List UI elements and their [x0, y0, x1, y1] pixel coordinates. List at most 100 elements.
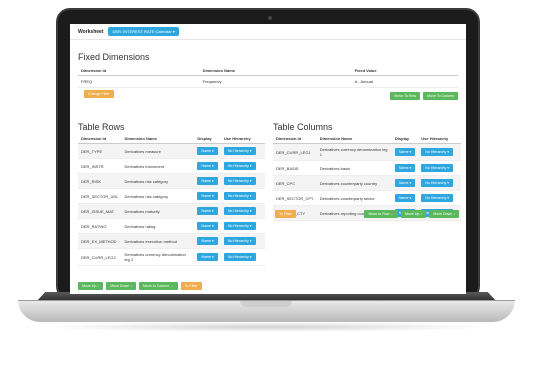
table-row[interactable]: DER_SECTOR_CPY Derivatives counterparty s… — [273, 190, 461, 206]
col-header: Dimension Name — [199, 66, 352, 76]
table-row[interactable]: DER_CPC Derivatives counterparty country N… — [273, 175, 461, 191]
move-down-button[interactable]: Move Down ↓ — [429, 210, 459, 218]
move-to-column-button[interactable]: Move To Column — [423, 92, 458, 100]
hierarchy-dropdown[interactable]: No Hierarchy ▾ — [223, 253, 256, 261]
table-row[interactable]: DER_BASIS Derivatives basis Name ▾ No Hiera… — [273, 160, 461, 176]
cell: DER_SECTOR_UDL — [78, 188, 122, 204]
hierarchy-dropdown[interactable]: No Hierarchy ▾ — [223, 207, 256, 215]
cell: No Hierarchy ▾ — [418, 190, 461, 206]
worksheet-bar: Worksheet DER: INTEREST RATE Calendar ▾ — [70, 24, 466, 40]
table-row[interactable]: DER_CURR_LEG2 Derivatives currency denomi… — [78, 248, 265, 266]
cell: No Hierarchy ▾ — [220, 233, 265, 249]
cell: Derivatives currency denomination leg 2 — [121, 248, 195, 266]
table-rows-table: Dimension Id Dimension Name Display Use … — [78, 134, 265, 266]
dimension-id-cell: DER_CURR_LEG2 — [81, 254, 116, 260]
col-header: Display — [391, 134, 419, 144]
display-dropdown[interactable]: Name ▾ — [197, 192, 218, 200]
to-filter-button[interactable]: To Filter — [275, 210, 296, 218]
cell: No Hierarchy ▾ — [220, 248, 265, 266]
cell: Derivatives maturity — [121, 203, 195, 219]
move-down-button[interactable]: Move Down ↓ — [106, 282, 136, 290]
screen: Worksheet DER: INTEREST RATE Calendar ▾ … — [70, 24, 466, 294]
move-to-row-button[interactable]: Move to Row ← — [364, 210, 399, 218]
table-row[interactable]: FREQ Frequency A - Annual — [78, 75, 458, 88]
cell: No Hierarchy ▾ — [220, 173, 265, 189]
cell: Name ▾ — [391, 143, 419, 161]
hierarchy-dropdown[interactable]: No Hierarchy ▾ — [421, 148, 454, 156]
columns-move-group: Move to Row ← Move Up ↑ Move Down ↓ — [364, 210, 459, 218]
hierarchy-dropdown[interactable]: No Hierarchy ▾ — [421, 194, 454, 202]
dimension-id-cell: DER_CURR_LEG1 — [276, 149, 311, 155]
table-row[interactable]: DER_EX_METHOD Derivatives execution metho… — [78, 233, 265, 249]
cell: No Hierarchy ▾ — [418, 175, 461, 191]
dimension-id-cell: DER_SECTOR_CPY — [276, 195, 314, 201]
display-dropdown[interactable]: Name ▾ — [197, 207, 218, 215]
table-row[interactable]: DER_TYPE Derivatives measure Name ▾ No Hier… — [78, 143, 265, 159]
display-dropdown[interactable]: Name ▾ — [394, 164, 416, 172]
cell: Name ▾ — [194, 218, 221, 234]
camera-icon — [268, 16, 272, 20]
cell: FREQ — [78, 75, 200, 88]
cell: Derivatives risk category — [121, 188, 195, 204]
cell: No Hierarchy ▾ — [220, 143, 265, 159]
cell: Name ▾ — [391, 160, 419, 176]
table-row[interactable]: DER_ISSUE_MAT Derivatives maturity Name ▾ N… — [78, 203, 265, 219]
move-to-row-button[interactable]: Move To Row — [390, 92, 421, 100]
cell: No Hierarchy ▾ — [418, 143, 461, 161]
display-dropdown[interactable]: Name ▾ — [394, 179, 416, 187]
dimension-name-cell: Derivatives measure — [124, 148, 161, 154]
display-dropdown[interactable]: Name ▾ — [197, 253, 218, 261]
cell: DER_ISSUE_MAT — [78, 203, 122, 219]
cell: Frequency — [199, 75, 352, 88]
table-row[interactable]: DER_RATING Derivatives rating Name ▾ No Hie… — [78, 218, 265, 234]
move-to-column-button[interactable]: Move to Column → — [138, 282, 178, 290]
cell: DER_BASIS — [273, 160, 317, 176]
display-dropdown[interactable]: Name ▾ — [197, 177, 218, 185]
move-up-button[interactable]: Move Up ↑ — [401, 210, 427, 218]
dimension-id-cell: DER_INSTR — [81, 163, 104, 169]
hierarchy-dropdown[interactable]: No Hierarchy ▾ — [223, 162, 256, 170]
hierarchy-dropdown[interactable]: No Hierarchy ▾ — [421, 179, 454, 187]
cell: Name ▾ — [194, 233, 221, 249]
worksheet-dropdown[interactable]: DER: INTEREST RATE Calendar ▾ — [108, 27, 179, 36]
hierarchy-dropdown[interactable]: No Hierarchy ▾ — [223, 222, 256, 230]
cell: DER_CURR_LEG1 — [273, 143, 317, 161]
cell: No Hierarchy ▾ — [220, 188, 265, 204]
cell: Derivatives measure — [121, 143, 195, 159]
hierarchy-dropdown[interactable]: No Hierarchy ▾ — [223, 177, 256, 185]
display-dropdown[interactable]: Name ▾ — [197, 162, 218, 170]
display-dropdown[interactable]: Name ▾ — [197, 222, 218, 230]
laptop-base — [18, 300, 515, 322]
display-dropdown[interactable]: Name ▾ — [197, 237, 218, 245]
display-dropdown[interactable]: Name ▾ — [394, 194, 416, 202]
dimension-name-cell: Derivatives risk category — [124, 178, 169, 184]
table-row[interactable]: DER_SECTOR_UDL Derivatives risk category N… — [78, 188, 265, 204]
cell: Derivatives basis — [316, 160, 392, 176]
cell: Derivatives execution method — [121, 233, 195, 249]
to-filter-button[interactable]: To Filter — [180, 282, 202, 290]
cell: Derivatives currency denomination leg 1 — [316, 143, 392, 161]
cell: DER_CURR_LEG2 — [78, 248, 122, 266]
cell: Name ▾ — [391, 190, 419, 206]
hierarchy-dropdown[interactable]: No Hierarchy ▾ — [223, 192, 256, 200]
cell: DER_RATING — [78, 218, 122, 234]
table-row[interactable]: DER_INSTR Derivatives instrument Name ▾ No … — [78, 158, 265, 174]
dimension-name-cell: Derivatives rating — [124, 223, 156, 229]
change-filter-button[interactable]: Change Filter — [84, 90, 114, 98]
hierarchy-dropdown[interactable]: No Hierarchy ▾ — [223, 237, 256, 245]
dimension-name-cell: Derivatives maturity — [124, 208, 160, 214]
col-header: Dimension Id — [273, 134, 317, 144]
cell: Derivatives counterparty country — [316, 175, 392, 191]
table-rows-title: Table Rows — [78, 122, 125, 132]
table-row[interactable]: DER_CURR_LEG1 Derivatives currency denomi… — [273, 143, 461, 161]
cell: Name ▾ — [391, 175, 419, 191]
move-up-button[interactable]: Move Up ↑ — [78, 282, 104, 290]
display-dropdown[interactable]: Name ▾ — [197, 147, 218, 155]
dimension-name-cell: Derivatives execution method — [124, 238, 177, 244]
display-dropdown[interactable]: Name ▾ — [394, 148, 416, 156]
cell: Name ▾ — [194, 158, 221, 174]
dimension-id-cell: DER_RISK — [81, 178, 102, 184]
table-row[interactable]: DER_RISK Derivatives risk category Name ▾ N… — [78, 173, 265, 189]
hierarchy-dropdown[interactable]: No Hierarchy ▾ — [421, 164, 454, 172]
hierarchy-dropdown[interactable]: No Hierarchy ▾ — [223, 147, 256, 155]
